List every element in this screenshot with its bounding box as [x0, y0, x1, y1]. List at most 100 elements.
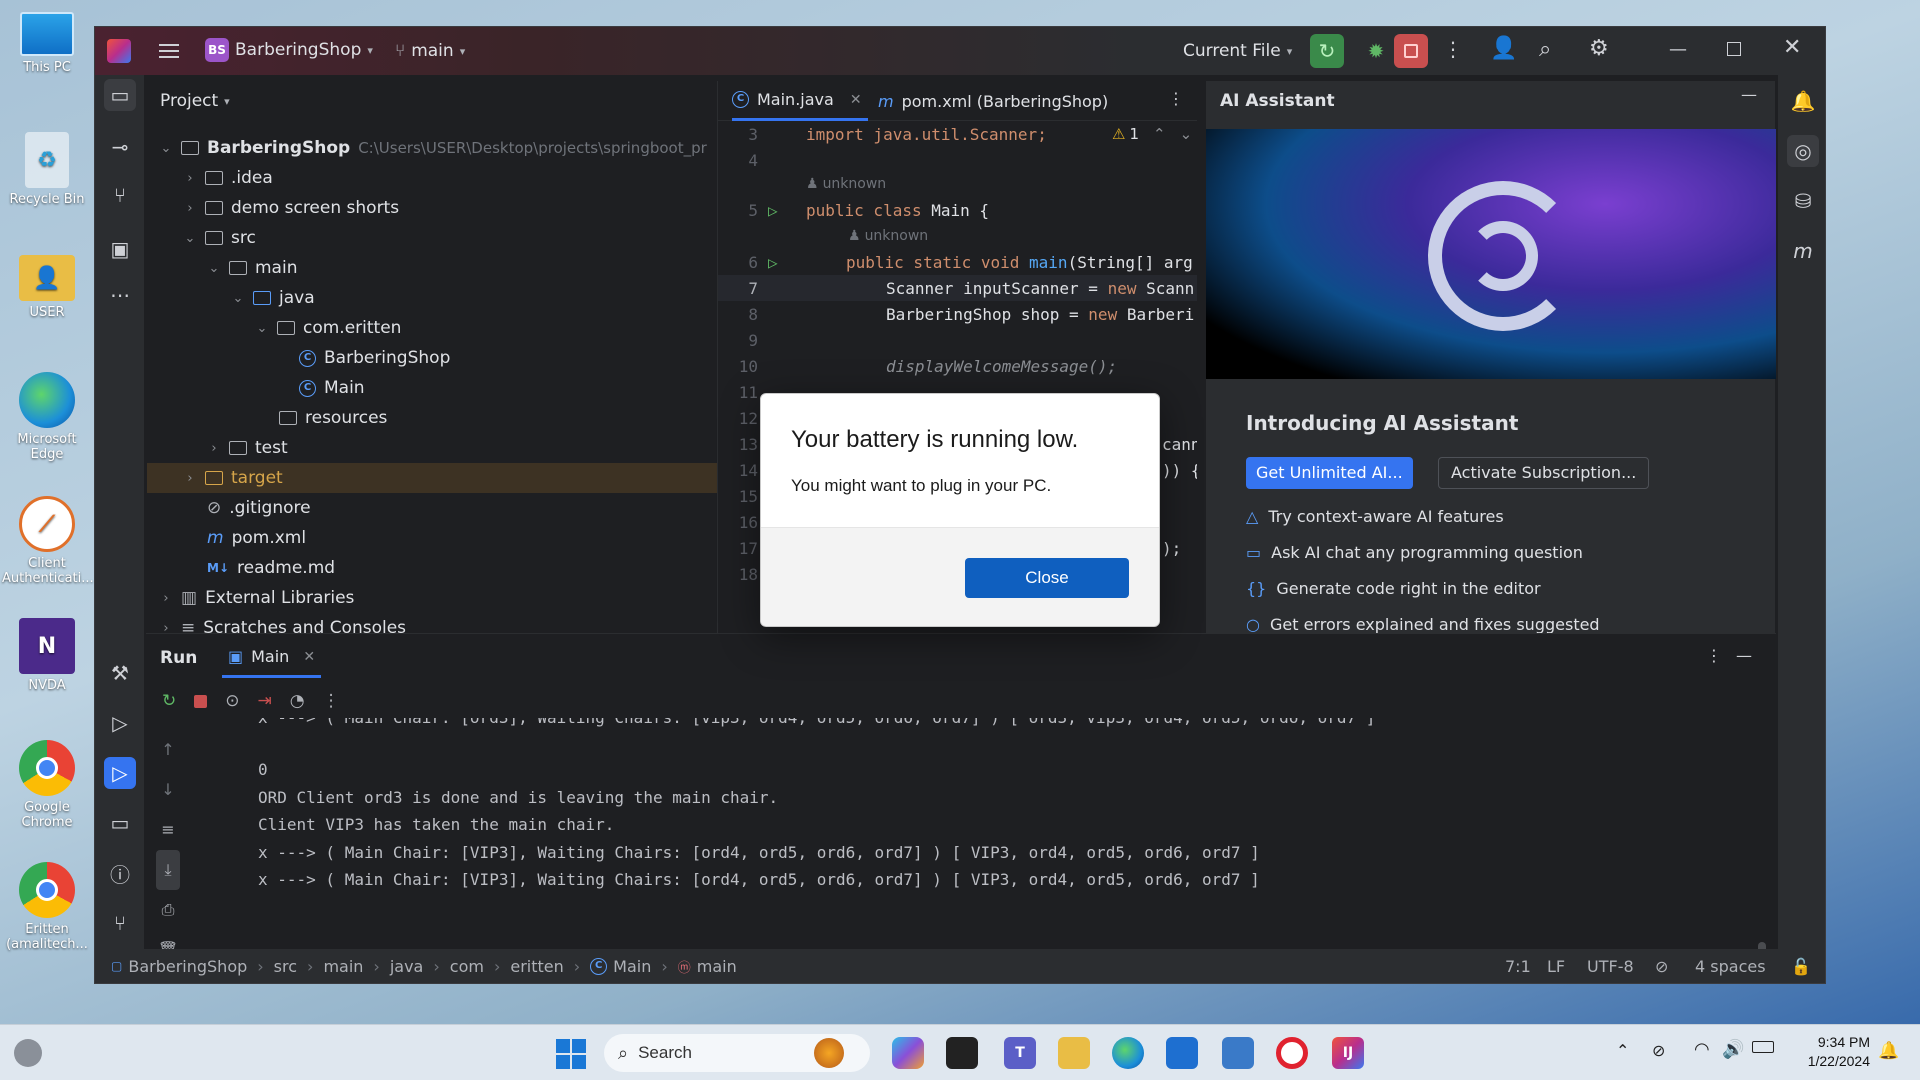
- commit-icon[interactable]: ⊸: [104, 131, 136, 163]
- opera-icon[interactable]: [1276, 1037, 1308, 1069]
- tree-item-pom[interactable]: m pom.xml: [207, 523, 306, 553]
- ai-assistant-icon[interactable]: ◎: [1787, 135, 1819, 167]
- activate-subscription-button[interactable]: Activate Subscription...: [1438, 457, 1650, 489]
- problems-icon[interactable]: ⓘ: [104, 857, 136, 889]
- network-off-icon[interactable]: ⊘: [1652, 1041, 1665, 1060]
- tree-item-external-libraries[interactable]: › ▥ External Libraries: [159, 583, 354, 613]
- battery-icon[interactable]: [1752, 1041, 1774, 1053]
- breadcrumb-item[interactable]: main: [697, 957, 737, 976]
- notification-bell-icon[interactable]: 🔔: [1878, 1041, 1899, 1061]
- structure-icon[interactable]: ▣: [104, 233, 136, 265]
- desktop-icon-chrome[interactable]: Google Chrome: [2, 740, 92, 830]
- intellij-logo-icon[interactable]: [107, 39, 131, 63]
- tree-item-main-class[interactable]: C Main: [299, 373, 365, 403]
- desktop-icon-nvda[interactable]: N NVDA: [2, 618, 92, 693]
- volume-icon[interactable]: 🔊: [1722, 1039, 1744, 1060]
- project-folder-icon[interactable]: ▭: [104, 79, 136, 111]
- widgets-icon[interactable]: [14, 1039, 42, 1067]
- tab-main-java[interactable]: C Main.java ✕: [732, 81, 868, 121]
- edge-taskbar-icon[interactable]: [1112, 1037, 1144, 1069]
- breadcrumb-item[interactable]: eritten: [510, 957, 563, 976]
- camera-icon[interactable]: ⊙: [225, 691, 239, 711]
- tree-item-idea[interactable]: › .idea: [183, 163, 272, 193]
- breadcrumb-item[interactable]: java: [390, 957, 424, 976]
- more-icon[interactable]: ⋮: [323, 691, 340, 711]
- desktop-icon-eritten[interactable]: Eritten (amalitech...: [2, 862, 92, 952]
- tree-item-barberingshop-class[interactable]: C BarberingShop: [299, 343, 450, 373]
- tree-item-test[interactable]: › test: [207, 433, 287, 463]
- run-tab-main[interactable]: ▣ Main ✕: [222, 638, 322, 678]
- start-button[interactable]: [556, 1039, 586, 1069]
- database-icon[interactable]: ⛁: [1787, 185, 1819, 217]
- clock[interactable]: 9:34 PM 1/22/2024: [1790, 1033, 1870, 1071]
- run-minimize-icon[interactable]: —: [1736, 646, 1752, 665]
- tree-item-scratches[interactable]: › ≡ Scratches and Consoles: [159, 613, 406, 633]
- project-selector[interactable]: BS BarberingShop ▾: [205, 38, 373, 62]
- breadcrumb-item[interactable]: Main: [613, 957, 651, 976]
- more-actions-icon[interactable]: ⋮: [1443, 37, 1463, 61]
- intellij-taskbar-icon[interactable]: IJ: [1332, 1037, 1364, 1069]
- tree-item-target[interactable]: › target: [147, 463, 807, 493]
- run-gutter-icon[interactable]: ▷: [768, 253, 846, 272]
- settings-gear-icon[interactable]: ⚙: [1589, 36, 1609, 61]
- tabs-more-icon[interactable]: ⋮: [1168, 89, 1184, 108]
- tree-item-package[interactable]: ⌄ com.eritten: [255, 313, 402, 343]
- get-unlimited-ai-button[interactable]: Get Unlimited AI...: [1246, 457, 1413, 489]
- stop-button[interactable]: [1394, 34, 1428, 68]
- tree-item-src[interactable]: ⌄ src: [183, 223, 256, 253]
- main-menu-icon[interactable]: [157, 39, 181, 63]
- code-with-me-icon[interactable]: 👤: [1490, 36, 1517, 61]
- tray-chevron-icon[interactable]: ⌃: [1616, 1041, 1629, 1060]
- gauge-icon[interactable]: ◔: [290, 691, 305, 711]
- tree-item-resources[interactable]: resources: [279, 403, 387, 433]
- pull-requests-icon[interactable]: ⑂: [104, 179, 136, 211]
- exit-icon[interactable]: ⇥: [258, 691, 272, 711]
- wifi-icon[interactable]: ◠: [1694, 1039, 1710, 1060]
- tree-item-gitignore[interactable]: ⊘ .gitignore: [207, 493, 311, 523]
- minimize-button[interactable]: —: [1669, 39, 1687, 60]
- caret-position[interactable]: 7:1: [1505, 957, 1531, 976]
- run-tool-icon[interactable]: ▷: [104, 757, 136, 789]
- terminal-icon[interactable]: ▭: [104, 807, 136, 839]
- stop-icon[interactable]: [194, 694, 208, 708]
- desktop-icon-edge[interactable]: Microsoft Edge: [2, 372, 92, 462]
- git-icon[interactable]: ⑂: [104, 907, 136, 939]
- build-hammer-icon[interactable]: ⚒: [104, 657, 136, 689]
- breadcrumb-item[interactable]: src: [274, 957, 297, 976]
- desktop-icon-user[interactable]: 👤 USER: [2, 255, 92, 320]
- branch-selector[interactable]: ⑂ main ▾: [395, 41, 465, 61]
- app-icon[interactable]: [1222, 1037, 1254, 1069]
- debug-button[interactable]: ✹: [1359, 34, 1393, 68]
- notifications-bell-icon[interactable]: 🔔: [1787, 85, 1819, 117]
- breadcrumb-item[interactable]: BarberingShop: [128, 957, 247, 976]
- maven-icon[interactable]: m: [1787, 235, 1819, 267]
- close-tab-icon[interactable]: ✕: [850, 92, 862, 108]
- warning-indicator[interactable]: ⚠ 1 ⌃ ⌄: [1112, 125, 1192, 143]
- file-explorer-icon[interactable]: [1058, 1037, 1090, 1069]
- ai-minimize-icon[interactable]: —: [1741, 85, 1757, 104]
- tab-pom[interactable]: m pom.xml (BarberingShop): [878, 81, 1108, 121]
- desktop-icon-this-pc[interactable]: This PC: [2, 12, 92, 75]
- store-icon[interactable]: [1166, 1037, 1198, 1069]
- breadcrumb-item[interactable]: main: [323, 957, 363, 976]
- tree-item-demo[interactable]: › demo screen shorts: [183, 193, 399, 223]
- tree-item-java[interactable]: ⌄ java: [231, 283, 315, 313]
- lock-icon[interactable]: 🔓: [1791, 957, 1811, 976]
- desktop-icon-client-auth[interactable]: ⟋ Client Authenticati...: [2, 496, 94, 586]
- task-view-icon[interactable]: [946, 1037, 978, 1069]
- line-separator[interactable]: LF: [1547, 957, 1565, 976]
- more-tools-icon[interactable]: ⋯: [104, 279, 136, 311]
- rerun-icon[interactable]: ↻: [162, 691, 176, 711]
- close-window-button[interactable]: ✕: [1783, 35, 1801, 60]
- search-icon[interactable]: ⌕: [1539, 37, 1551, 62]
- desktop-icon-recycle-bin[interactable]: ♻ Recycle Bin: [2, 132, 92, 207]
- rerun-button[interactable]: ↻: [1310, 34, 1344, 68]
- indent-setting[interactable]: 4 spaces: [1695, 957, 1766, 976]
- copilot-icon[interactable]: [892, 1037, 924, 1069]
- file-encoding[interactable]: UTF-8: [1587, 957, 1634, 976]
- close-tab-icon[interactable]: ✕: [303, 649, 315, 665]
- taskbar-search[interactable]: ⌕ Search: [604, 1034, 870, 1072]
- tree-item-main[interactable]: ⌄ main: [207, 253, 298, 283]
- project-panel-header[interactable]: Project ▾: [160, 81, 230, 121]
- services-icon[interactable]: ▷: [104, 707, 136, 739]
